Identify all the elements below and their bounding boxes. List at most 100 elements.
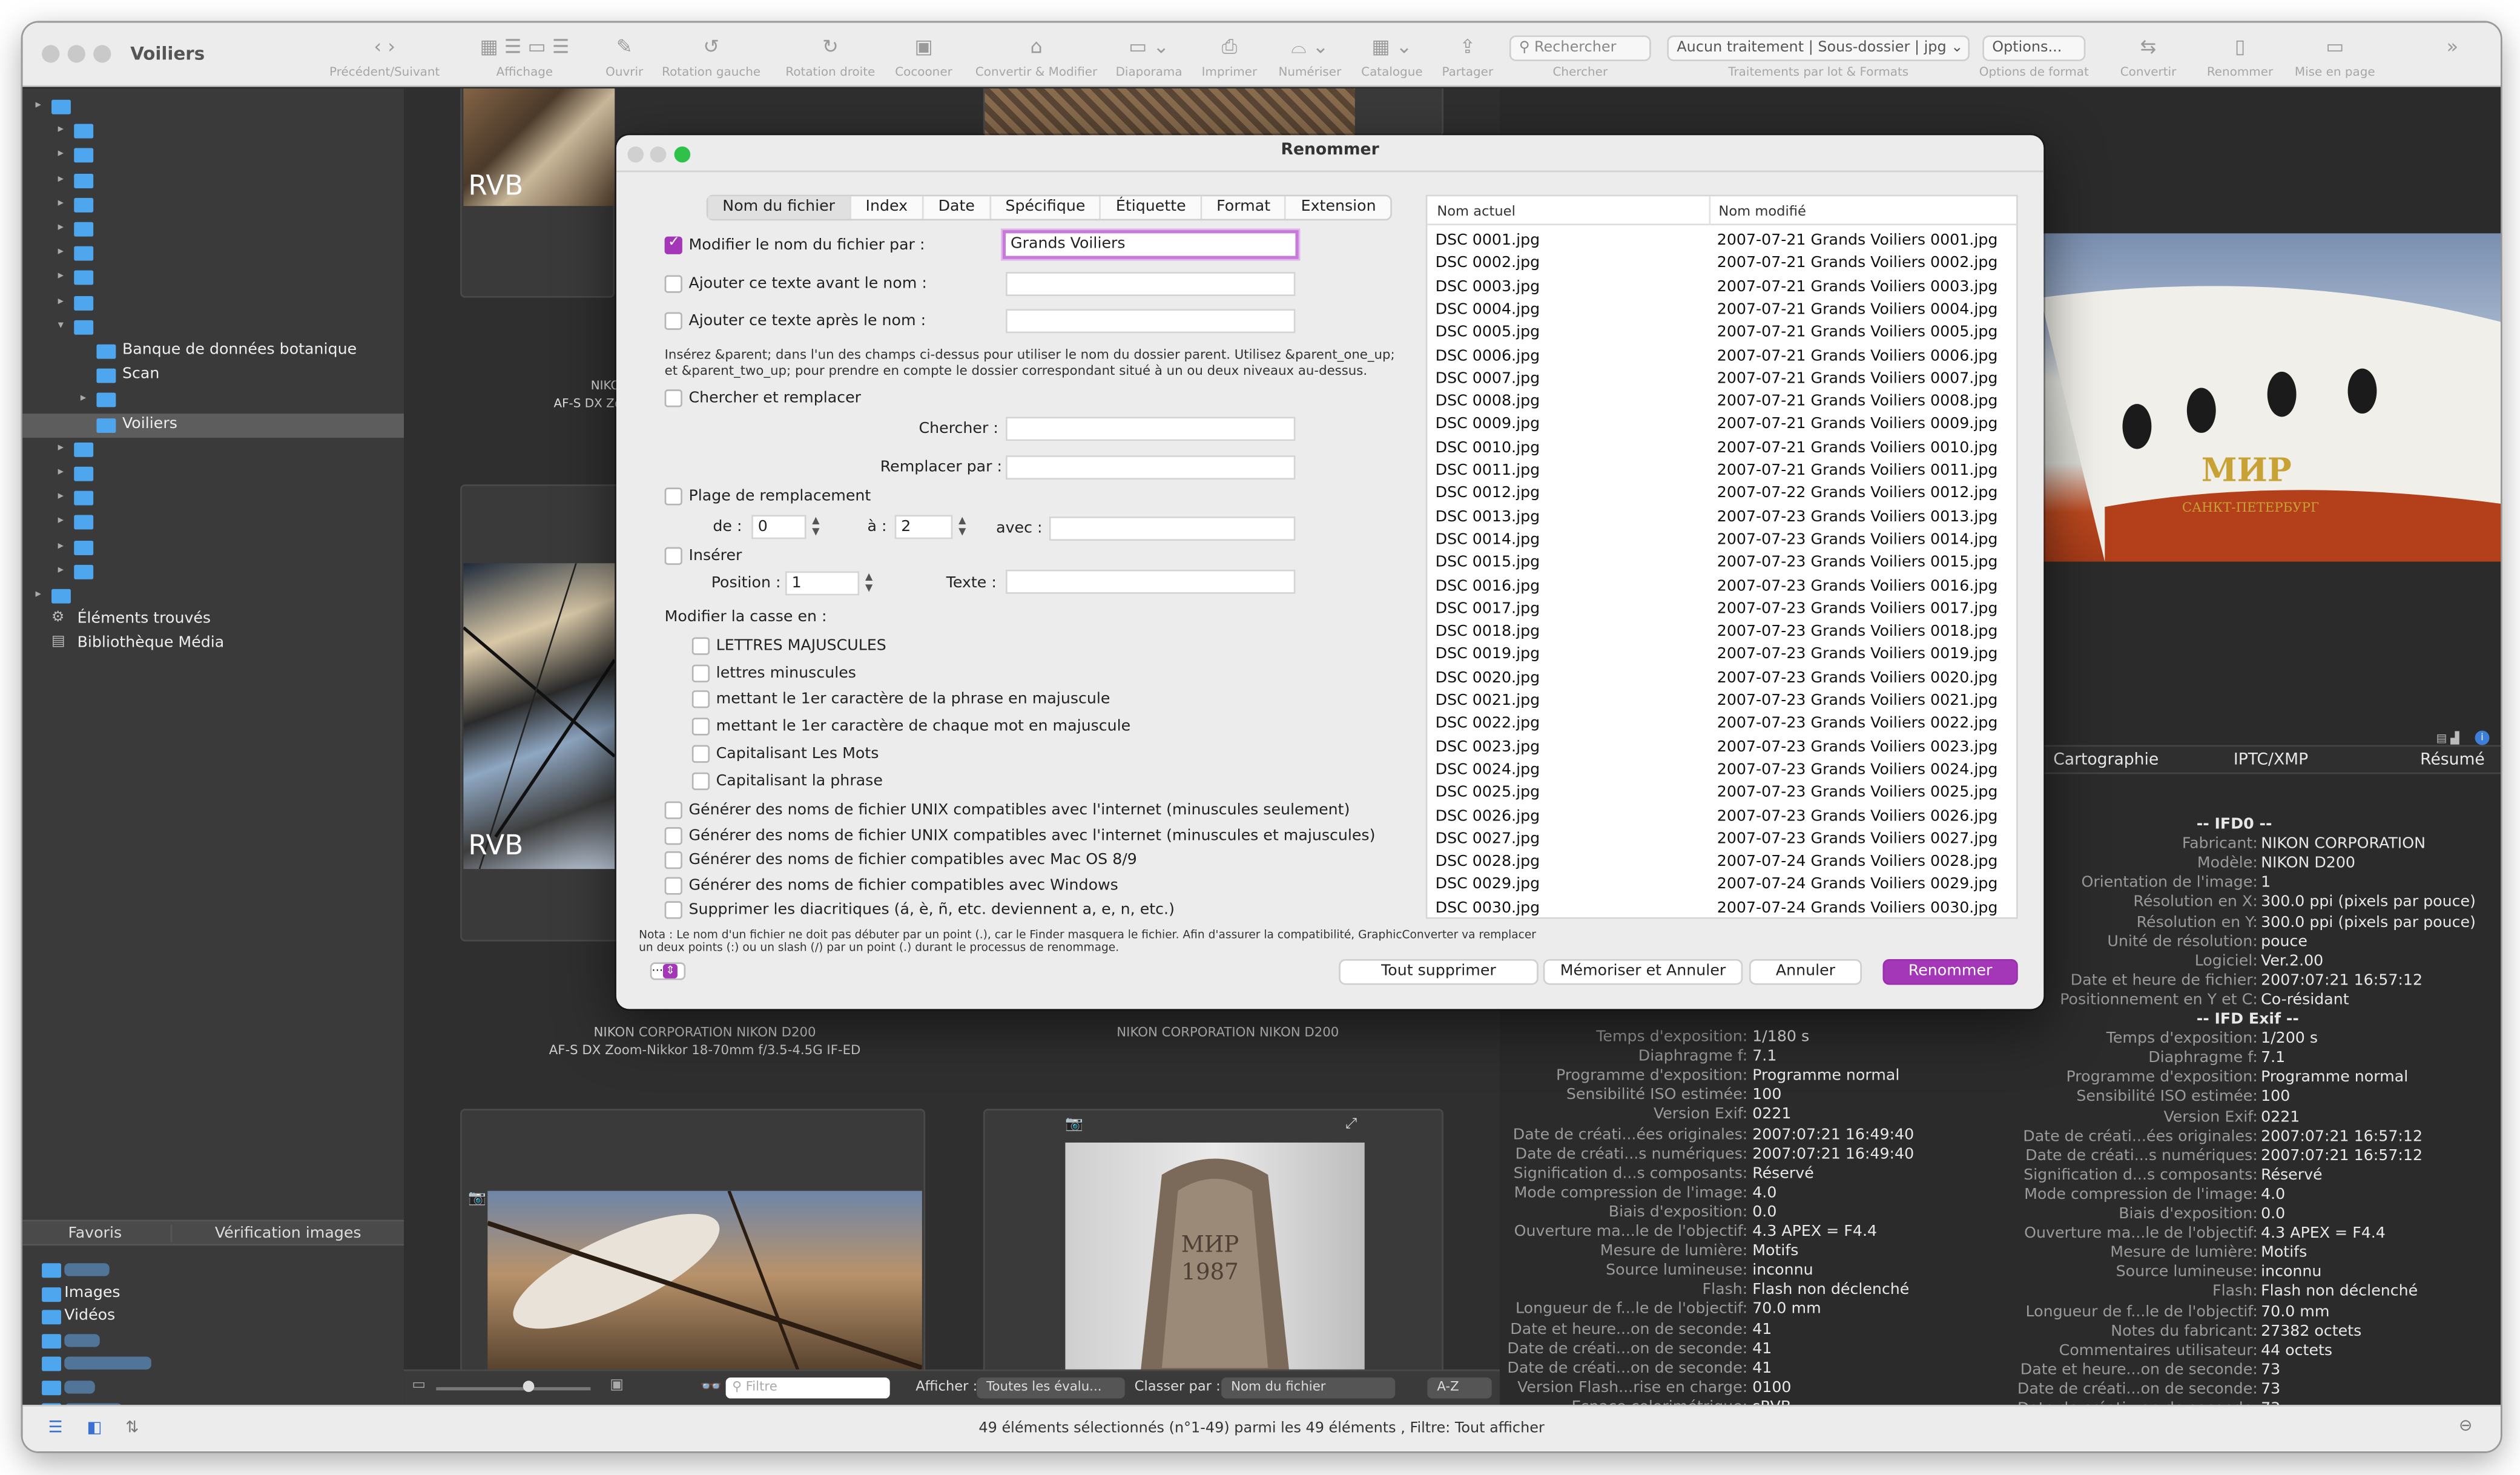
sidebar-item[interactable]: ▸ macnf [22,95,404,119]
disclosure-closed-icon[interactable]: ▸ [58,294,64,306]
insert-checkbox[interactable] [664,547,682,565]
clear-all-button[interactable]: Tout supprimer [1339,959,1539,985]
range-checkbox[interactable] [664,487,682,506]
case-option-checkbox[interactable] [691,744,710,763]
position-input[interactable]: 1 [785,571,860,596]
histogram-icon[interactable]: ▤ ▟ [2436,732,2459,745]
open-button[interactable]: ✎ Ouvrir [599,29,650,87]
favorite-item[interactable]: NASA [22,1375,404,1399]
disclosure-closed-icon[interactable]: ▸ [58,245,64,257]
thumbnail[interactable]: RVB [460,88,615,298]
sidebar-item[interactable]: ▾ Images [22,315,404,339]
catalog-button[interactable]: ▦ ⌄ Catalogue [1355,29,1429,87]
sidebar-item[interactable]: ▸ Public [22,486,404,510]
tab-index[interactable]: Index [851,196,924,219]
thumbnail-size-slider[interactable] [436,1387,591,1391]
favorite-item[interactable]: Pictures [22,1258,404,1282]
info-icon[interactable]: i [2475,730,2490,745]
rename-button[interactable]: ▯ Renommer [2198,29,2281,87]
tab-cartographie[interactable]: Cartographie [2053,751,2159,769]
sidebar-item[interactable]: Scan [22,364,404,388]
favorite-item[interactable]: macnf [22,1328,404,1353]
table-row[interactable]: DSC 0022.jpg 2007-07-23 Grands Voiliers 0… [1427,713,2016,736]
table-row[interactable]: DSC 0002.jpg 2007-07-21 Grands Voiliers 0… [1427,253,2016,276]
batch-select[interactable]: Aucun traitement | Sous-dossier | jpg ⌄ [1667,35,1970,61]
tab-etiquette[interactable]: Étiquette [1101,196,1202,219]
format-options-button[interactable]: Options... [1982,35,2086,61]
add-after-input[interactable] [1006,309,1296,334]
table-row[interactable]: DSC 0023.jpg 2007-07-23 Grands Voiliers 0… [1427,736,2016,759]
disclosure-closed-icon[interactable]: ▸ [58,220,64,233]
sidebar-item[interactable]: ▸ Téléchargements [22,535,404,559]
with-input[interactable] [1049,516,1296,541]
rename-button[interactable]: Renommer [1882,959,2018,985]
sidebar-item[interactable]: ▸ Applications [22,119,404,144]
sidebar-item[interactable]: ▤ Bibliothèque Média [22,633,404,658]
search-replace-checkbox[interactable] [664,389,682,408]
rotate-right-button[interactable]: ↻ Rotation droite [774,29,886,87]
sidebar-item[interactable]: ▸ Vidéos [22,559,404,584]
table-row[interactable]: DSC 0030.jpg 2007-07-24 Grands Voiliers 0… [1427,897,2016,917]
sidebar-item[interactable]: ▸ Cloud Philippe [22,242,404,266]
extra-option-checkbox[interactable] [664,801,682,819]
table-row[interactable]: DSC 0028.jpg 2007-07-24 Grands Voiliers 0… [1427,851,2016,874]
table-row[interactable]: DSC 0005.jpg 2007-07-21 Grands Voiliers 0… [1427,322,2016,345]
sidebar-item[interactable]: ▸ Parallels [22,462,404,486]
case-option-checkbox[interactable] [691,771,710,790]
minimize-window-button[interactable] [67,45,85,63]
to-stepper[interactable]: ▲ ▼ [956,515,969,539]
table-row[interactable]: DSC 0016.jpg 2007-07-23 Grands Voiliers 0… [1427,575,2016,598]
search-input[interactable]: ⚲ Rechercher [1509,35,1651,61]
favorite-item[interactable]: Vidéos [22,1305,404,1329]
sidebar-item[interactable]: ▸ Cloud Mac VF Ventes [22,217,404,242]
table-row[interactable]: DSC 0006.jpg 2007-07-21 Grands Voiliers 0… [1427,345,2016,368]
glasses-icon[interactable]: 👓 [700,1376,722,1397]
cancel-button[interactable]: Annuler [1749,959,1862,985]
page-layout-button[interactable]: ▭ Mise en page [2282,29,2388,87]
tab-format[interactable]: Format [1202,196,1287,219]
table-row[interactable]: DSC 0015.jpg 2007-07-23 Grands Voiliers 0… [1427,552,2016,575]
table-row[interactable]: DSC 0012.jpg 2007-07-22 Grands Voiliers 0… [1427,483,2016,506]
back-forward-button[interactable]: ‹ › Précédent/Suivant [323,29,446,87]
extra-option-checkbox[interactable] [664,826,682,844]
case-option-checkbox[interactable] [691,664,710,682]
filter-input[interactable]: ⚲ Filtre [725,1377,890,1399]
sidebar-item[interactable]: ▸ Cloud Mac VF [22,168,404,193]
more-toolbar-button[interactable]: » [2436,29,2469,87]
case-option-checkbox[interactable] [691,691,710,709]
disclosure-closed-icon[interactable]: ▸ [58,465,64,478]
to-input[interactable]: 2 [894,515,953,540]
convert-button[interactable]: ⇆ Convertir [2108,29,2189,87]
sidebar-item[interactable]: ▸ Cloud Mac VF Sites [22,193,404,217]
replace-field[interactable] [1006,455,1296,480]
table-row[interactable]: DSC 0001.jpg 2007-07-21 Grands Voiliers 0… [1427,230,2016,253]
view-mode-button[interactable]: ▦ ☰ ▭ ☰ Affichage [452,29,597,87]
thumbnail[interactable]: 📷 [460,1109,926,1401]
tab-resume[interactable]: Résumé [2420,751,2485,769]
disclosure-closed-icon[interactable]: ▸ [58,171,64,184]
favorite-item[interactable]: Images [22,1282,404,1306]
table-row[interactable]: DSC 0025.jpg 2007-07-23 Grands Voiliers 0… [1427,782,2016,805]
action-popup[interactable]: ⋯ ⇕ [650,962,686,980]
table-row[interactable]: DSC 0029.jpg 2007-07-24 Grands Voiliers 0… [1427,874,2016,897]
insert-text-input[interactable] [1006,569,1296,594]
activity-icon[interactable]: ⊖ [2459,1417,2472,1435]
modify-name-input[interactable]: Grands Voiliers [1002,230,1299,259]
disclosure-open-icon[interactable]: ▾ [58,318,64,331]
disclosure-closed-icon[interactable]: ▸ [35,98,41,111]
table-row[interactable]: DSC 0014.jpg 2007-07-23 Grands Voiliers 0… [1427,529,2016,552]
sidebar-item[interactable]: ▸ SynologyDrive [22,511,404,535]
tab-date[interactable]: Date [924,196,991,219]
sidebar-item[interactable]: ▸ Documents [22,266,404,291]
disclosure-closed-icon[interactable]: ▸ [58,538,64,551]
disclosure-closed-icon[interactable]: ▸ [58,122,64,135]
table-row[interactable]: DSC 0004.jpg 2007-07-21 Grands Voiliers 0… [1427,299,2016,322]
close-window-button[interactable] [42,45,60,63]
table-row[interactable]: DSC 0026.jpg 2007-07-23 Grands Voiliers 0… [1427,805,2016,828]
table-row[interactable]: DSC 0018.jpg 2007-07-23 Grands Voiliers 0… [1427,621,2016,644]
disclosure-closed-icon[interactable]: ▸ [58,489,64,502]
add-before-checkbox[interactable] [664,275,682,293]
disclosure-closed-icon[interactable]: ▸ [58,269,64,282]
table-row[interactable]: DSC 0019.jpg 2007-07-23 Grands Voiliers 0… [1427,644,2016,667]
disclosure-closed-icon[interactable]: ▸ [58,514,64,527]
